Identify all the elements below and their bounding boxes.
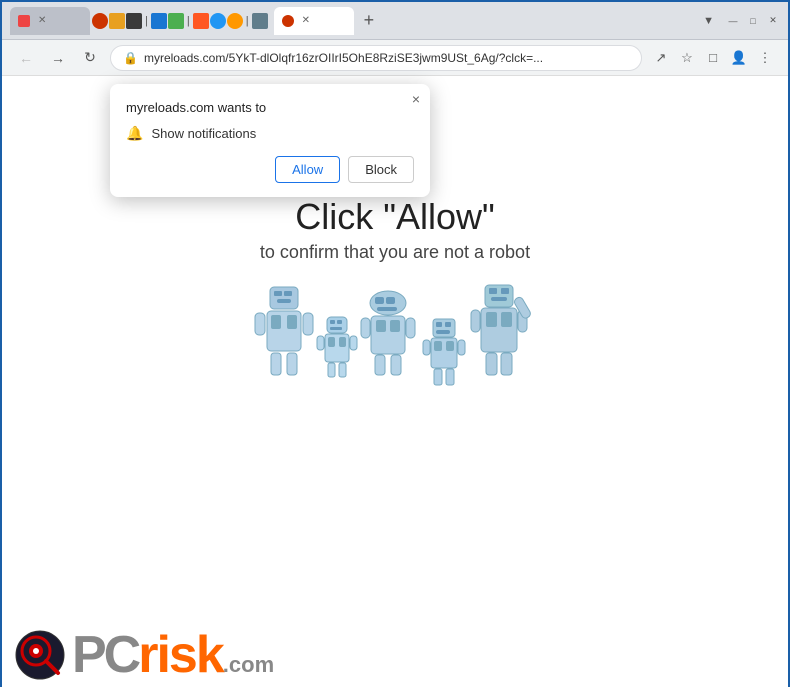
address-actions: ↗ ☆ □ 👤 ⋮ (650, 47, 776, 69)
address-bar: ← → ↻ 🔒 myreloads.com/5YkT-dlOlqfr16zrOI… (2, 40, 788, 76)
url-box[interactable]: 🔒 myreloads.com/5YkT-dlOlqfr16zrOIIrI5Oh… (110, 45, 642, 71)
forward-button[interactable]: → (46, 46, 70, 70)
ext-icon-1 (92, 13, 108, 29)
toolbar-extensions: | | | (92, 13, 268, 29)
robots-illustration (245, 287, 545, 407)
main-subheading: to confirm that you are not a robot (260, 242, 530, 263)
tab-overflow-button[interactable]: ▼ (703, 15, 714, 27)
bell-icon: 🔔 (126, 125, 143, 142)
extension-icon[interactable]: □ (702, 47, 724, 69)
lock-icon: 🔒 (123, 51, 138, 65)
logo-text-group: PC risk .com (72, 629, 274, 681)
logo-dotcom: .com (223, 652, 274, 678)
bookmark-icon[interactable]: ☆ (676, 47, 698, 69)
menu-icon[interactable]: ⋮ (754, 47, 776, 69)
logo-pc: PC (72, 629, 138, 681)
logo-risk: risk (138, 629, 223, 681)
main-heading: Click "Allow" (295, 196, 495, 238)
tab2-close[interactable]: ✕ (302, 15, 310, 26)
ext-icon-2 (109, 13, 125, 29)
browser-titlebar: ✕ | | | ✕ + ▼ — □ ✕ (2, 2, 788, 40)
minimize-button[interactable]: — (726, 14, 740, 28)
popup-close-button[interactable]: × (412, 92, 420, 106)
browser-tab-1[interactable]: ✕ (10, 7, 90, 35)
ext-icon-5 (168, 13, 184, 29)
tab-bar: ✕ | | | ✕ + ▼ (10, 7, 714, 35)
popup-notification-text: Show notifications (151, 126, 256, 141)
tab1-close[interactable]: ✕ (38, 15, 46, 26)
ext-separator2: | (185, 15, 192, 27)
tab2-favicon (282, 15, 294, 27)
close-window-button[interactable]: ✕ (766, 14, 780, 28)
ext-icon-4 (151, 13, 167, 29)
browser-tab-2[interactable]: ✕ (274, 7, 354, 35)
logo-icon (14, 629, 66, 681)
footer-logo: PC risk .com (14, 629, 274, 681)
ext-icon-8 (227, 13, 243, 29)
profile-icon[interactable]: 👤 (728, 47, 750, 69)
ext-icon-6 (193, 13, 209, 29)
ext-icon-3 (126, 13, 142, 29)
robots-svg (245, 277, 545, 407)
page-content: × myreloads.com wants to 🔔 Show notifica… (2, 76, 788, 689)
window-controls: — □ ✕ (726, 14, 780, 28)
back-button[interactable]: ← (14, 46, 38, 70)
ext-separator: | (143, 15, 150, 27)
popup-notification-row: 🔔 Show notifications (126, 125, 414, 142)
popup-title: myreloads.com wants to (126, 100, 414, 115)
notification-popup: × myreloads.com wants to 🔔 Show notifica… (110, 84, 430, 197)
tab1-favicon (18, 15, 30, 27)
url-text: myreloads.com/5YkT-dlOlqfr16zrOIIrI5OhE8… (144, 51, 629, 65)
reload-button[interactable]: ↻ (78, 46, 102, 70)
popup-buttons: Allow Block (126, 156, 414, 183)
block-button[interactable]: Block (348, 156, 414, 183)
ext-icon-9 (252, 13, 268, 29)
maximize-button[interactable]: □ (746, 14, 760, 28)
ext-icon-7 (210, 13, 226, 29)
allow-button[interactable]: Allow (275, 156, 340, 183)
ext-separator3: | (244, 15, 251, 27)
new-tab-button[interactable]: + (356, 10, 383, 31)
share-icon[interactable]: ↗ (650, 47, 672, 69)
